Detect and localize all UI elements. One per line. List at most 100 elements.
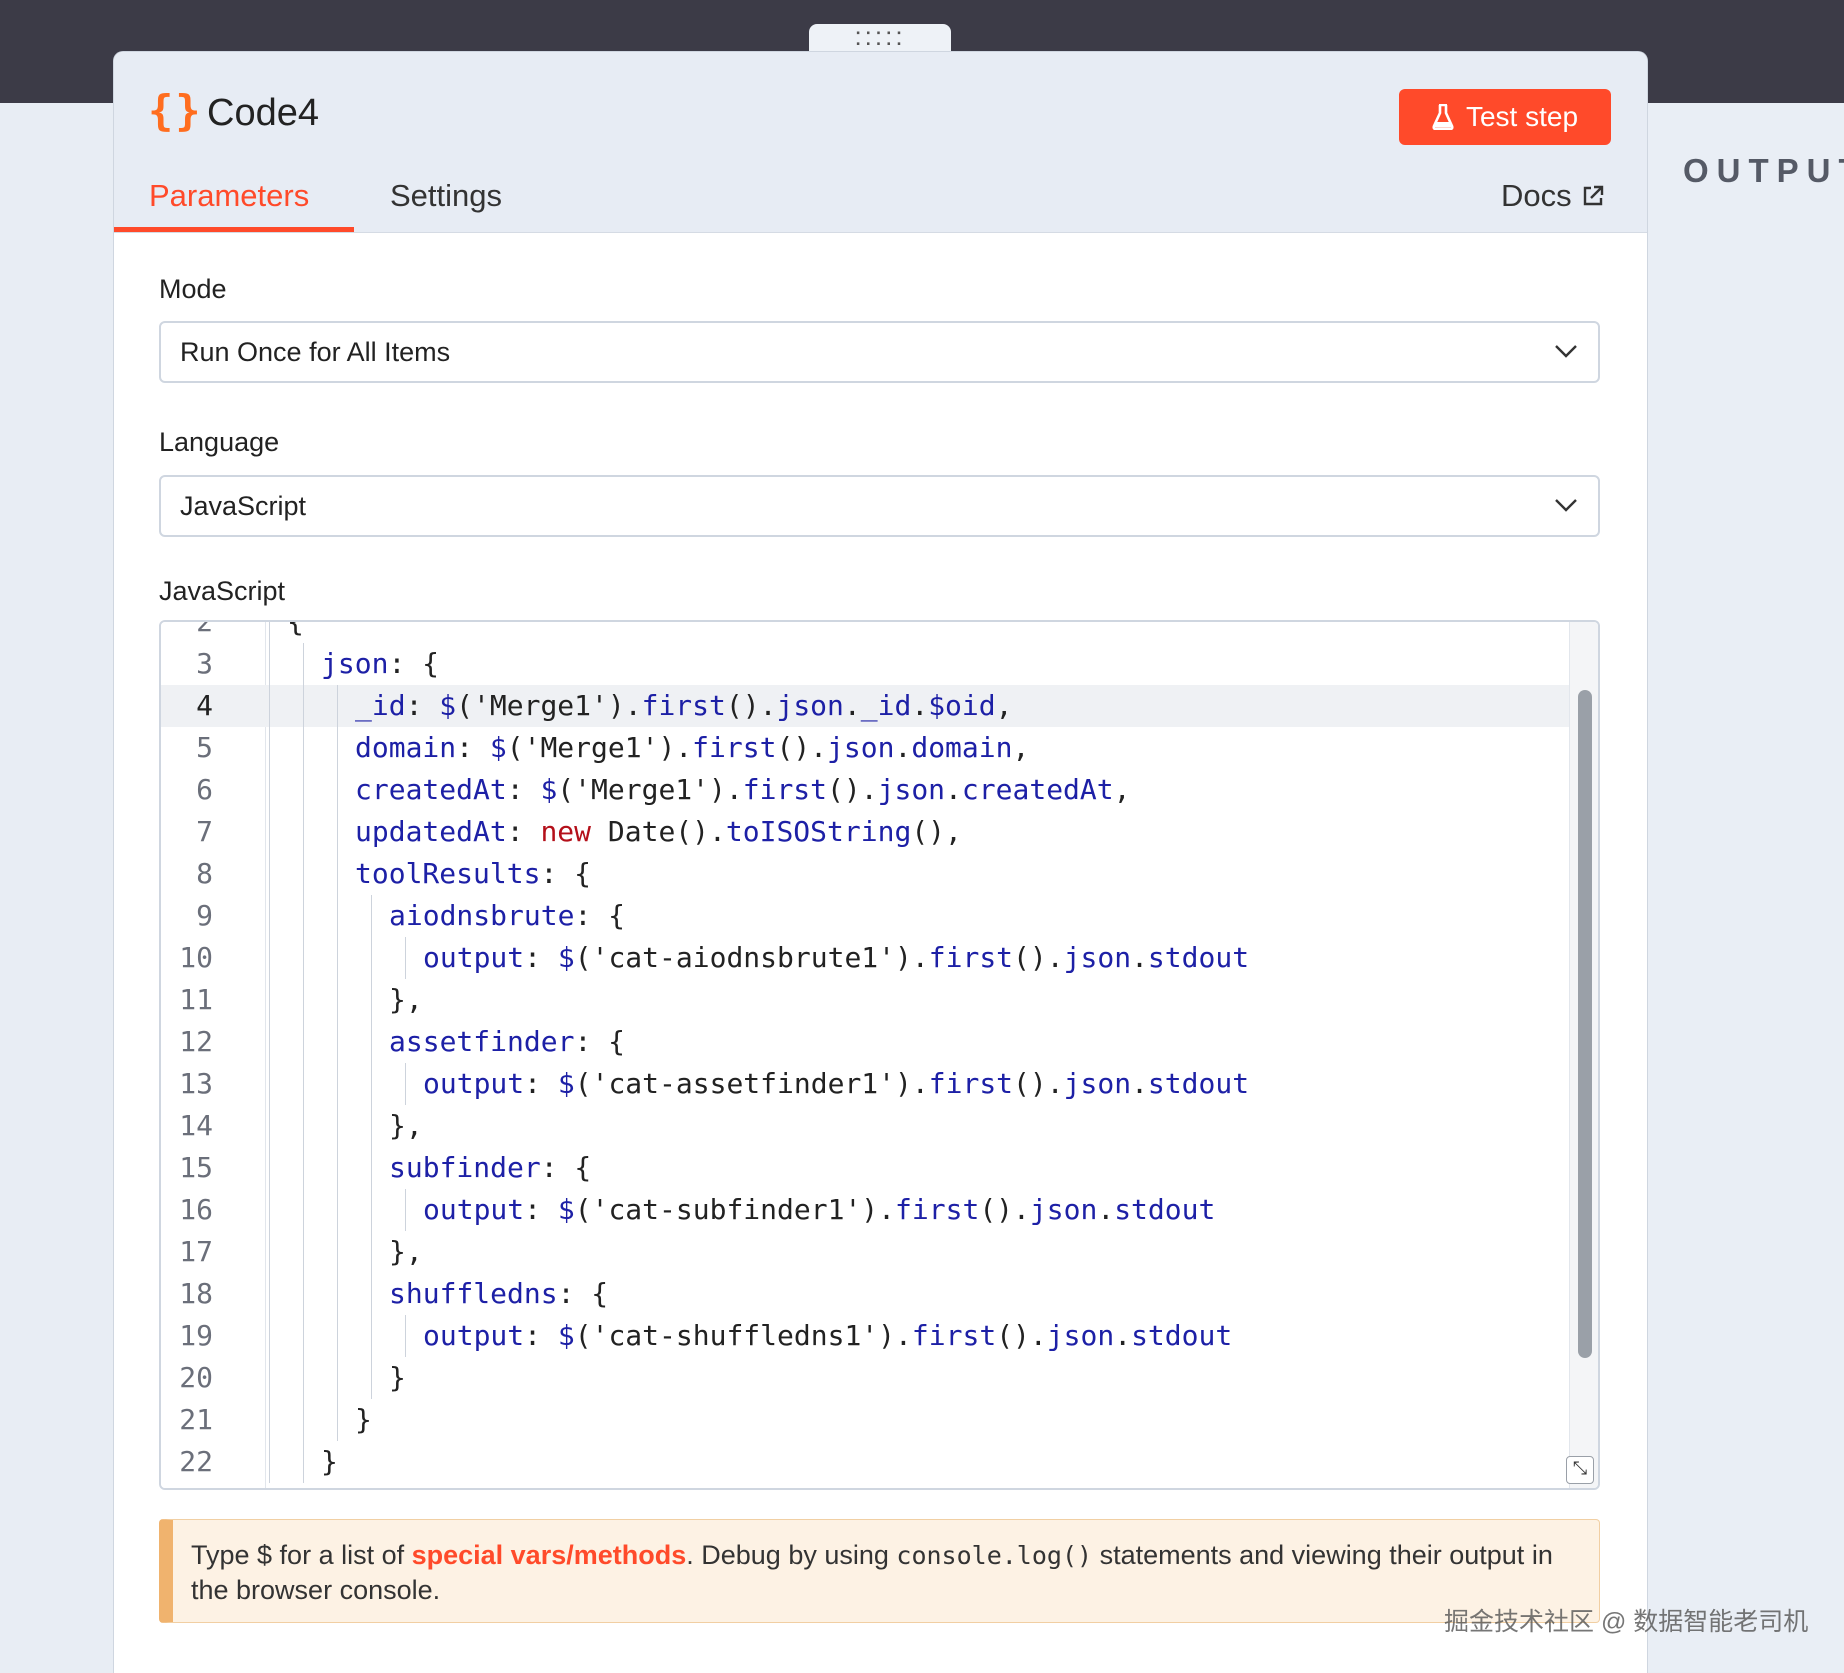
editor-scrollbar[interactable] xyxy=(1569,622,1598,1488)
code-token: : xyxy=(524,1067,558,1100)
test-step-button[interactable]: Test step xyxy=(1399,89,1611,145)
code-token: output xyxy=(423,941,525,974)
code-token: : xyxy=(456,731,490,764)
code-line[interactable]: 20} xyxy=(161,1357,1577,1399)
indent-guide xyxy=(269,622,270,643)
code-line[interactable]: 17}, xyxy=(161,1231,1577,1273)
tab-settings[interactable]: Settings xyxy=(390,178,502,214)
indent-guide xyxy=(405,937,406,979)
docs-link[interactable]: Docs xyxy=(1501,178,1604,214)
code-lines[interactable]: 2{3 json: {4 _id: $('Merge1').first().json… xyxy=(161,622,1577,1483)
code-line[interactable]: 11}, xyxy=(161,979,1577,1021)
code-line[interactable]: 13 output: $('cat-assetfinder1').first().… xyxy=(161,1063,1577,1105)
chevron-down-icon xyxy=(1555,345,1577,358)
code-token: stdout xyxy=(1114,1193,1216,1226)
code-text: toolResults: { xyxy=(355,853,591,895)
line-number: 20 xyxy=(179,1361,213,1394)
code-text: } xyxy=(355,1399,372,1441)
indent-guide xyxy=(405,1063,406,1105)
line-number: 12 xyxy=(179,1025,213,1058)
code-token: shuffledns xyxy=(389,1277,558,1310)
code-token: first xyxy=(742,773,828,806)
code-text: assetfinder: { xyxy=(389,1021,625,1063)
code-line[interactable]: 7 updatedAt: new Date().toISOString(), xyxy=(161,811,1577,853)
code-token: json xyxy=(776,689,844,722)
code-token: first xyxy=(641,689,726,722)
code-token: ('cat-shuffledns1'). xyxy=(574,1319,912,1352)
code-token: _id xyxy=(355,689,406,722)
code-line[interactable]: 21} xyxy=(161,1399,1577,1441)
indent-guide xyxy=(303,937,304,979)
code-token: ('cat-subfinder1'). xyxy=(574,1193,896,1226)
mode-select[interactable]: Run Once for All Items xyxy=(159,321,1600,383)
code-text: createdAt: $('Merge1').first().json.crea… xyxy=(355,769,1130,811)
code-token: : { xyxy=(540,857,592,890)
language-select[interactable]: JavaScript xyxy=(159,475,1600,537)
tab-parameters[interactable]: Parameters xyxy=(149,178,309,214)
line-number: 21 xyxy=(179,1403,213,1436)
code-line[interactable]: 12 assetfinder: { xyxy=(161,1021,1577,1063)
code-token: . xyxy=(911,689,929,722)
notice-middle: . Debug by using xyxy=(686,1540,897,1570)
code-text: output: $('cat-subfinder1').first().json… xyxy=(423,1189,1215,1231)
code-token: $ xyxy=(540,773,558,806)
line-number: 4 xyxy=(196,689,213,722)
code-token: : xyxy=(524,1193,558,1226)
indent-guide xyxy=(303,1063,304,1105)
code-line[interactable]: 3 json: { xyxy=(161,643,1577,685)
indent-guide xyxy=(303,1273,304,1315)
code-line[interactable]: 14}, xyxy=(161,1105,1577,1147)
code-token: $ xyxy=(557,1193,575,1226)
indent-guide xyxy=(337,1189,338,1231)
indent-guide xyxy=(371,895,372,937)
code-text: } xyxy=(389,1357,406,1399)
indent-guide xyxy=(269,1231,270,1273)
code-line[interactable]: 10 output: $('cat-aiodnsbrute1').first().… xyxy=(161,937,1577,979)
resize-icon[interactable]: ⤡ xyxy=(1566,1456,1594,1484)
code-token: } xyxy=(321,1445,338,1478)
code-text: }, xyxy=(389,1105,423,1147)
code-line[interactable]: 18 shuffledns: { xyxy=(161,1273,1577,1315)
indent-guide xyxy=(337,727,338,769)
indent-guide xyxy=(269,853,270,895)
watermark: 掘金技术社区 @ 数据智能老司机 xyxy=(1444,1608,1809,1636)
code-token: stdout xyxy=(1147,1067,1250,1100)
node-title[interactable]: Code4 xyxy=(207,92,319,135)
indent-guide xyxy=(337,685,338,727)
indent-guide xyxy=(371,1315,372,1357)
code-line[interactable]: 16 output: $('cat-subfinder1').first().js… xyxy=(161,1189,1577,1231)
indent-guide xyxy=(303,1357,304,1399)
language-select-value: JavaScript xyxy=(180,491,307,521)
code-token: assetfinder xyxy=(389,1025,575,1058)
code-token: ('Merge1'). xyxy=(456,689,642,722)
special-vars-link[interactable]: special vars/methods xyxy=(412,1540,687,1570)
indent-guide xyxy=(303,1147,304,1189)
indent-guide xyxy=(337,1315,338,1357)
indent-guide xyxy=(269,937,270,979)
indent-guide xyxy=(303,1231,304,1273)
code-line[interactable]: 6 createdAt: $('Merge1').first().json.cre… xyxy=(161,769,1577,811)
indent-guide xyxy=(371,1147,372,1189)
indent-guide xyxy=(405,1189,406,1231)
code-editor[interactable]: 2{3 json: {4 _id: $('Merge1').first().json… xyxy=(159,620,1600,1490)
code-line[interactable]: 2{ xyxy=(161,622,1577,643)
code-line[interactable]: 5 domain: $('Merge1').first().json.domain… xyxy=(161,727,1577,769)
editor-scrollbar-thumb[interactable] xyxy=(1578,690,1592,1358)
code-line[interactable]: 19 output: $('cat-shuffledns1').first().j… xyxy=(161,1315,1577,1357)
code-token: $ xyxy=(557,1067,575,1100)
indent-guide xyxy=(371,1357,372,1399)
code-token: . xyxy=(1131,1067,1148,1100)
code-line[interactable]: 22} xyxy=(161,1441,1577,1483)
code-line[interactable]: 8 toolResults: { xyxy=(161,853,1577,895)
indent-guide xyxy=(269,1315,270,1357)
external-link-icon xyxy=(1583,185,1603,206)
code-token: : xyxy=(524,1319,558,1352)
code-line[interactable]: 15 subfinder: { xyxy=(161,1147,1577,1189)
code-text: output: $('cat-assetfinder1').first().js… xyxy=(423,1063,1249,1105)
indent-guide xyxy=(337,1357,338,1399)
code-line[interactable]: 9 aiodnsbrute: { xyxy=(161,895,1577,937)
indent-guide xyxy=(269,811,270,853)
code-line[interactable]: 4 _id: $('Merge1').first().json._id.$oid, xyxy=(161,685,1577,727)
code-token: ('Merge1'). xyxy=(557,773,743,806)
code-token: } xyxy=(389,1361,406,1394)
